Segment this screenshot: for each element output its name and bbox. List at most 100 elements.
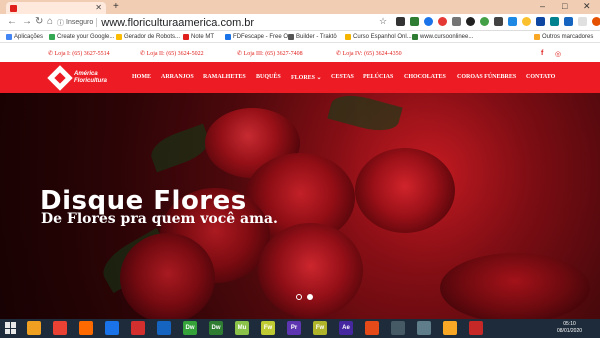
store-phone-2[interactable]: ✆ Loja II: (65) 3624-5022 bbox=[140, 50, 204, 57]
bookmark-star-icon[interactable]: ☆ bbox=[379, 16, 387, 27]
extension-icon[interactable] bbox=[466, 17, 475, 26]
taskbar-app-icon[interactable]: Dw bbox=[209, 321, 223, 335]
site-logo[interactable]: América Floricultura bbox=[47, 65, 116, 91]
extension-icon[interactable] bbox=[564, 17, 573, 26]
bookmark-item[interactable]: www.cursoonlinee... bbox=[412, 34, 473, 40]
extension-icon[interactable] bbox=[536, 17, 545, 26]
bookmark-label: Builder - Traktö bbox=[296, 34, 337, 40]
bookmark-label: Gerador de Robots... bbox=[124, 34, 181, 40]
extension-icon[interactable] bbox=[522, 17, 531, 26]
windows-start-icon[interactable] bbox=[5, 322, 17, 334]
profile-avatar[interactable] bbox=[592, 17, 600, 26]
bookmark-item[interactable]: Builder - Traktö bbox=[288, 34, 337, 40]
nav-cestas[interactable]: CESTAS bbox=[331, 74, 354, 80]
hero-slider: Disque Flores De Flores pra quem você am… bbox=[0, 93, 600, 319]
taskbar-app-icon[interactable] bbox=[27, 321, 41, 335]
bookmarks-bar: Aplicações Create your Google... Gerador… bbox=[0, 31, 600, 43]
extension-icon[interactable] bbox=[438, 17, 447, 26]
taskbar-app-icon[interactable]: Fw bbox=[261, 321, 275, 335]
taskbar-app-icon[interactable] bbox=[79, 321, 93, 335]
reload-icon[interactable]: ↻ bbox=[35, 16, 43, 27]
extension-icon[interactable] bbox=[494, 17, 503, 26]
forward-icon[interactable]: → bbox=[22, 16, 32, 27]
store-phone-bar: ✆ Loja I: (65) 3627-5514 ✆ Loja II: (65)… bbox=[0, 43, 600, 62]
store-phone-text: Loja III: (65) 3627-7408 bbox=[243, 51, 303, 57]
note-icon bbox=[183, 34, 189, 40]
nav-coroas-funebres[interactable]: COROAS FÚNEBRES bbox=[457, 74, 516, 80]
extension-icon[interactable] bbox=[508, 17, 517, 26]
system-clock[interactable]: 05:10 08/01/2020 bbox=[557, 321, 582, 335]
logo-text: América Floricultura bbox=[74, 71, 107, 85]
nav-chocolates[interactable]: CHOCOLATES bbox=[404, 74, 446, 80]
taskbar-app-icon[interactable] bbox=[157, 321, 171, 335]
taskbar-app-icon[interactable]: Ae bbox=[339, 321, 353, 335]
nav-arranjos[interactable]: ARRANJOS bbox=[161, 74, 194, 80]
extension-icons: ⋮ bbox=[396, 17, 600, 26]
back-icon[interactable]: ← bbox=[7, 16, 17, 27]
hero-subtitle: De Flores pra quem você ama. bbox=[41, 211, 278, 227]
taskbar-app-icon[interactable] bbox=[365, 321, 379, 335]
url-text[interactable]: www.floriculturaamerica.com.br bbox=[101, 17, 254, 29]
instagram-icon[interactable]: ◎ bbox=[555, 50, 561, 58]
taskbar-app-icon[interactable]: Dw bbox=[183, 321, 197, 335]
extension-icon[interactable] bbox=[424, 17, 433, 26]
slider-dot-active[interactable] bbox=[307, 294, 313, 300]
nav-contato[interactable]: CONTATO bbox=[526, 74, 555, 80]
bookmark-apps[interactable]: Aplicações bbox=[6, 34, 43, 40]
extension-icon[interactable] bbox=[578, 17, 587, 26]
slider-dots bbox=[296, 294, 318, 300]
taskbar-app-icon[interactable] bbox=[105, 321, 119, 335]
nav-ramalhetes[interactable]: RAMALHETES bbox=[203, 74, 246, 80]
robot-icon bbox=[116, 34, 122, 40]
bookmark-label: Note MT bbox=[191, 34, 215, 40]
taskbar-app-icon[interactable]: Mu bbox=[235, 321, 249, 335]
nav-pelucias[interactable]: PELÚCIAS bbox=[363, 74, 393, 80]
slider-dot[interactable] bbox=[296, 294, 302, 300]
apps-grid-icon bbox=[6, 34, 12, 40]
address-bar[interactable]: ⓘ Inseguro www.floriculturaamerica.com.b… bbox=[57, 16, 390, 29]
bookmark-label: Curso Espanhol Onl... bbox=[353, 34, 412, 40]
browser-tab[interactable]: ✕ bbox=[6, 2, 106, 14]
taskbar-app-icon[interactable]: Pr bbox=[287, 321, 301, 335]
folder-icon bbox=[534, 34, 540, 40]
nav-home[interactable]: HOME bbox=[132, 74, 151, 80]
store-phone-1[interactable]: ✆ Loja I: (65) 3627-5514 bbox=[48, 50, 110, 57]
taskbar-app-icon[interactable]: Fw bbox=[313, 321, 327, 335]
extension-icon[interactable] bbox=[410, 17, 419, 26]
maximize-button[interactable]: □ bbox=[562, 1, 567, 11]
close-tab-icon[interactable]: ✕ bbox=[95, 3, 102, 12]
other-bookmarks[interactable]: Outros marcadores bbox=[534, 34, 593, 40]
extension-icon[interactable] bbox=[550, 17, 559, 26]
taskbar-app-icon[interactable] bbox=[391, 321, 405, 335]
new-tab-button[interactable]: + bbox=[113, 1, 119, 12]
course-icon bbox=[345, 34, 351, 40]
extension-icon[interactable] bbox=[396, 17, 405, 26]
taskbar-app-icon[interactable] bbox=[469, 321, 483, 335]
nav-flores[interactable]: FLORES ⌄ bbox=[291, 74, 322, 81]
bookmark-item[interactable]: FDFescape - Free O... bbox=[225, 34, 293, 40]
store-phone-3[interactable]: ✆ Loja III: (65) 3627-7408 bbox=[237, 50, 303, 57]
taskbar-app-icon[interactable] bbox=[131, 321, 145, 335]
taskbar-app-icon[interactable] bbox=[443, 321, 457, 335]
logo-diamond-icon bbox=[47, 65, 73, 91]
minimize-button[interactable]: – bbox=[540, 1, 545, 11]
extension-icon[interactable] bbox=[452, 17, 461, 26]
bookmark-item[interactable]: Gerador de Robots... bbox=[116, 34, 180, 40]
extension-icon[interactable] bbox=[480, 17, 489, 26]
logo-line: Floricultura bbox=[74, 78, 108, 84]
info-icon[interactable]: ⓘ bbox=[57, 18, 64, 28]
taskbar-app-icon[interactable] bbox=[417, 321, 431, 335]
browser-toolbar: ← → ↻ ⌂ ⓘ Inseguro www.floriculturaameri… bbox=[0, 14, 600, 31]
bookmark-item[interactable]: Create your Google... bbox=[49, 34, 114, 40]
nav-buques[interactable]: BUQUÊS bbox=[256, 74, 281, 80]
store-phone-4[interactable]: ✆ Loja IV: (65) 3624-4350 bbox=[336, 50, 402, 57]
bookmark-item[interactable]: Note MT bbox=[183, 34, 214, 40]
bookmark-item[interactable]: Curso Espanhol Onl... bbox=[345, 34, 412, 40]
close-window-button[interactable]: ✕ bbox=[583, 1, 591, 12]
google-icon bbox=[49, 34, 55, 40]
home-icon[interactable]: ⌂ bbox=[47, 16, 53, 27]
clock-time: 05:10 bbox=[563, 321, 576, 327]
facebook-icon[interactable]: f bbox=[541, 50, 543, 57]
taskbar-app-icon[interactable] bbox=[53, 321, 67, 335]
site-favicon-icon bbox=[10, 4, 17, 12]
